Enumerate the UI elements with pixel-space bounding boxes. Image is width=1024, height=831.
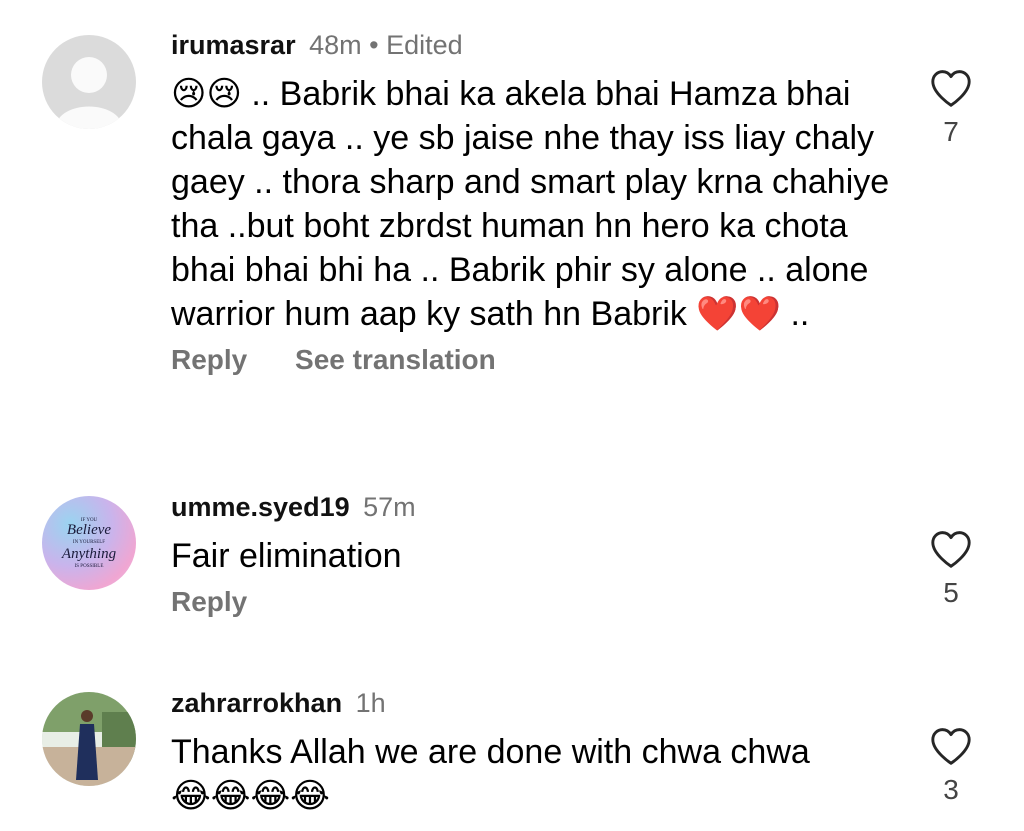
heart-icon[interactable] xyxy=(929,726,973,766)
comment-actions: Reply xyxy=(171,586,891,618)
avatar[interactable]: IF YOU Believe IN YOURSELF Anything IS P… xyxy=(42,496,136,590)
avatar-quote: IF YOU Believe IN YOURSELF Anything IS P… xyxy=(42,496,136,590)
heart-icon[interactable] xyxy=(929,529,973,569)
avatar-text-line: Anything xyxy=(61,545,117,562)
default-avatar-icon xyxy=(55,57,123,129)
comment-body: umme.syed19 57m Fair elimination Reply xyxy=(171,490,891,618)
avatar-text-line: Believe xyxy=(66,521,112,538)
like-area: 5 xyxy=(926,529,976,609)
comment-text: 😢😢 .. Babrik bhai ka akela bhai Hamza bh… xyxy=(171,75,890,333)
comment-meta: umme.syed19 57m xyxy=(171,490,891,524)
comment-meta: zahrarrokhan 1h xyxy=(171,686,891,720)
reply-button[interactable]: Reply xyxy=(171,586,247,617)
timestamp[interactable]: 48m xyxy=(309,30,362,60)
like-area: 7 xyxy=(926,68,976,148)
heart-icon[interactable] xyxy=(929,68,973,108)
timestamp[interactable]: 1h xyxy=(356,688,386,718)
edited-label: Edited xyxy=(386,30,463,60)
username[interactable]: irumasrar xyxy=(171,30,296,60)
person-photo-icon xyxy=(42,692,136,786)
like-area: 3 xyxy=(926,726,976,806)
avatar-text-line: IN YOURSELF xyxy=(72,539,106,545)
username[interactable]: zahrarrokhan xyxy=(171,688,342,718)
avatar-text-line: IS POSSIBLE xyxy=(74,563,104,569)
timestamp[interactable]: 57m xyxy=(363,492,416,522)
like-count: 5 xyxy=(943,577,959,608)
comment-body: irumasrar 48m • Edited 😢😢 .. Babrik bhai… xyxy=(171,28,891,376)
username[interactable]: umme.syed19 xyxy=(171,492,350,522)
comment-text: Thanks Allah we are done with chwa chwa … xyxy=(171,733,810,815)
separator: • xyxy=(369,30,387,60)
like-count: 3 xyxy=(943,774,959,805)
comment-body: zahrarrokhan 1h Thanks Allah we are done… xyxy=(171,686,891,818)
like-count: 7 xyxy=(943,116,959,147)
reply-button[interactable]: Reply xyxy=(171,344,247,375)
comment-text: Fair elimination xyxy=(171,537,402,575)
avatar[interactable] xyxy=(42,35,136,129)
see-translation-button[interactable]: See translation xyxy=(295,344,496,375)
comment-meta: irumasrar 48m • Edited xyxy=(171,28,891,62)
avatar[interactable] xyxy=(42,692,136,786)
comment-actions: Reply See translation xyxy=(171,344,891,376)
